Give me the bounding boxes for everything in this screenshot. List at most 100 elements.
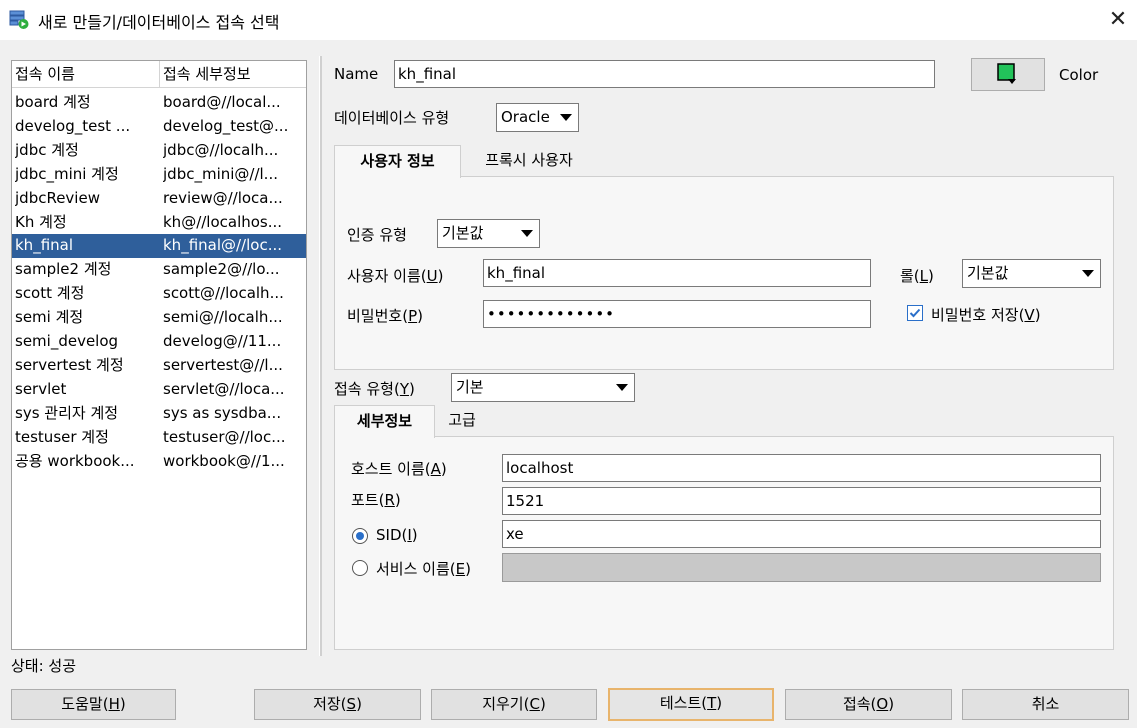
role-value: 기본값 <box>967 264 1009 282</box>
connection-name: scott 계정 <box>15 284 85 303</box>
password-input[interactable]: ••••••••••••• <box>483 300 871 328</box>
sid-input[interactable]: xe <box>502 520 1101 548</box>
list-item[interactable]: semi 계정 semi@//localh... <box>12 306 306 330</box>
save-password-label[interactable]: 비밀번호 저장(V) <box>931 304 1041 325</box>
list-item[interactable]: develog_test ... develog_test@... <box>12 115 306 139</box>
db-type-value: Oracle <box>501 108 550 126</box>
service-name-input <box>502 553 1101 582</box>
name-label: Name <box>334 65 379 83</box>
checkmark-icon <box>909 308 921 318</box>
port-input[interactable]: 1521 <box>502 487 1101 515</box>
port-label: 포트(R) <box>351 491 401 509</box>
connection-name: Kh 계정 <box>15 212 67 231</box>
connection-details: sys as sysdba... <box>163 403 282 422</box>
dropdown-arrow-icon <box>521 230 533 237</box>
username-input[interactable]: kh_final <box>483 259 871 287</box>
connect-button[interactable]: 접속(O) <box>785 689 952 720</box>
column-header-connection-name[interactable]: 접속 이름 <box>12 61 160 88</box>
tab-details[interactable]: 세부정보 <box>334 405 435 438</box>
window-title: 새로 만들기/데이터베이스 접속 선택 <box>38 13 280 32</box>
connection-type-label: 접속 유형(Y) <box>334 380 415 398</box>
status-text: 상태: 성공 <box>11 657 77 675</box>
split-divider[interactable] <box>319 56 322 656</box>
connection-name: 공용 workbook... <box>15 451 135 470</box>
hostname-input[interactable]: localhost <box>502 454 1101 482</box>
cancel-button[interactable]: 취소 <box>962 689 1129 720</box>
column-header-connection-details[interactable]: 접속 세부정보 <box>160 61 306 88</box>
list-item[interactable]: semi_develog develog@//11... <box>12 330 306 354</box>
list-item[interactable]: sys 관리자 계정 sys as sysdba... <box>12 402 306 426</box>
connection-name: sample2 계정 <box>15 260 112 279</box>
list-item[interactable]: sample2 계정 sample2@//lo... <box>12 258 306 282</box>
connection-details: jdbc_mini@//l... <box>163 164 278 183</box>
connection-name: semi_develog <box>15 332 119 350</box>
save-password-checkbox[interactable] <box>907 305 923 321</box>
test-button[interactable]: 테스트(T) <box>608 688 774 721</box>
connection-details: kh@//localhos... <box>163 212 283 231</box>
name-input[interactable]: kh_final <box>394 60 935 88</box>
title-bar: 새로 만들기/데이터베이스 접속 선택 ✕ <box>0 0 1137 40</box>
service-name-radio[interactable] <box>352 560 368 576</box>
connection-details: kh_final@//loc... <box>163 236 283 255</box>
clear-button[interactable]: 지우기(C) <box>431 689 597 720</box>
connection-details: scott@//localh... <box>163 284 284 303</box>
connection-type-select[interactable]: 기본 <box>451 373 635 402</box>
list-item[interactable]: scott 계정 scott@//localh... <box>12 282 306 306</box>
connection-details: sample2@//lo... <box>163 260 280 279</box>
connection-list[interactable]: 접속 이름 접속 세부정보 board 계정 board@//local... de… <box>11 60 307 650</box>
sid-radio[interactable] <box>352 528 368 544</box>
auth-type-select[interactable]: 기본값 <box>437 219 540 248</box>
close-icon[interactable]: ✕ <box>1099 3 1137 37</box>
role-select[interactable]: 기본값 <box>962 259 1101 288</box>
connection-name: jdbc 계정 <box>15 140 79 159</box>
tab-proxy-user[interactable]: 프록시 사용자 <box>469 145 589 176</box>
connection-details: semi@//localh... <box>163 308 283 327</box>
connection-details: review@//loca... <box>163 188 283 207</box>
connection-name: servertest 계정 <box>15 355 124 374</box>
auth-type-label: 인증 유형 <box>347 226 407 244</box>
list-item[interactable]: board 계정 board@//local... <box>12 91 306 115</box>
connection-name: board 계정 <box>15 93 91 111</box>
list-item[interactable]: jdbcReview review@//loca... <box>12 187 306 211</box>
connection-details: develog@//11... <box>163 332 282 350</box>
db-type-select[interactable]: Oracle <box>496 103 579 132</box>
connection-details: workbook@//1... <box>163 451 285 470</box>
connection-details: develog_test@... <box>163 116 289 135</box>
list-item[interactable]: 공용 workbook... workbook@//1... <box>12 450 306 474</box>
help-button[interactable]: 도움말(H) <box>11 689 176 720</box>
hostname-label: 호스트 이름(A) <box>351 460 447 478</box>
connection-details: servertest@//l... <box>163 355 283 374</box>
color-label: Color <box>1059 66 1099 84</box>
connection-name: jdbcReview <box>15 188 100 207</box>
list-item[interactable]: servertest 계정 servertest@//l... <box>12 354 306 378</box>
list-item[interactable]: jdbc 계정 jdbc@//localh... <box>12 139 306 163</box>
connection-type-value: 기본 <box>456 378 484 396</box>
list-item[interactable]: Kh 계정 kh@//localhos... <box>12 211 306 235</box>
sid-label[interactable]: SID(I) <box>376 526 418 544</box>
db-type-label: 데이터베이스 유형 <box>334 109 450 127</box>
auth-type-value: 기본값 <box>442 224 484 242</box>
connection-name: semi 계정 <box>15 308 84 327</box>
connection-name: develog_test ... <box>15 116 131 135</box>
color-picker-button[interactable] <box>971 58 1045 91</box>
color-swatch-icon <box>997 63 1016 84</box>
tab-advanced[interactable]: 고급 <box>442 405 482 436</box>
connection-name: kh_final <box>15 236 74 255</box>
save-button[interactable]: 저장(S) <box>254 689 421 720</box>
list-item[interactable]: servlet servlet@//loca... <box>12 378 306 402</box>
connection-details: servlet@//loca... <box>163 379 285 398</box>
list-item[interactable]: testuser 계정 testuser@//loc... <box>12 426 306 450</box>
connection-details: jdbc@//localh... <box>163 140 279 159</box>
service-name-label[interactable]: 서비스 이름(E) <box>376 558 471 579</box>
dropdown-arrow-icon <box>616 384 628 391</box>
connection-name: servlet <box>15 379 67 398</box>
username-label: 사용자 이름(U) <box>347 267 444 285</box>
database-app-icon <box>9 10 29 29</box>
list-item[interactable]: jdbc_mini 계정 jdbc_mini@//l... <box>12 163 306 187</box>
list-item[interactable]: kh_final kh_final@//loc... <box>12 234 306 259</box>
password-label: 비밀번호(P) <box>347 307 423 325</box>
tab-user-info[interactable]: 사용자 정보 <box>334 145 461 178</box>
dropdown-arrow-icon <box>560 114 572 121</box>
role-label: 롤(L) <box>900 267 934 285</box>
connection-name: sys 관리자 계정 <box>15 403 119 422</box>
